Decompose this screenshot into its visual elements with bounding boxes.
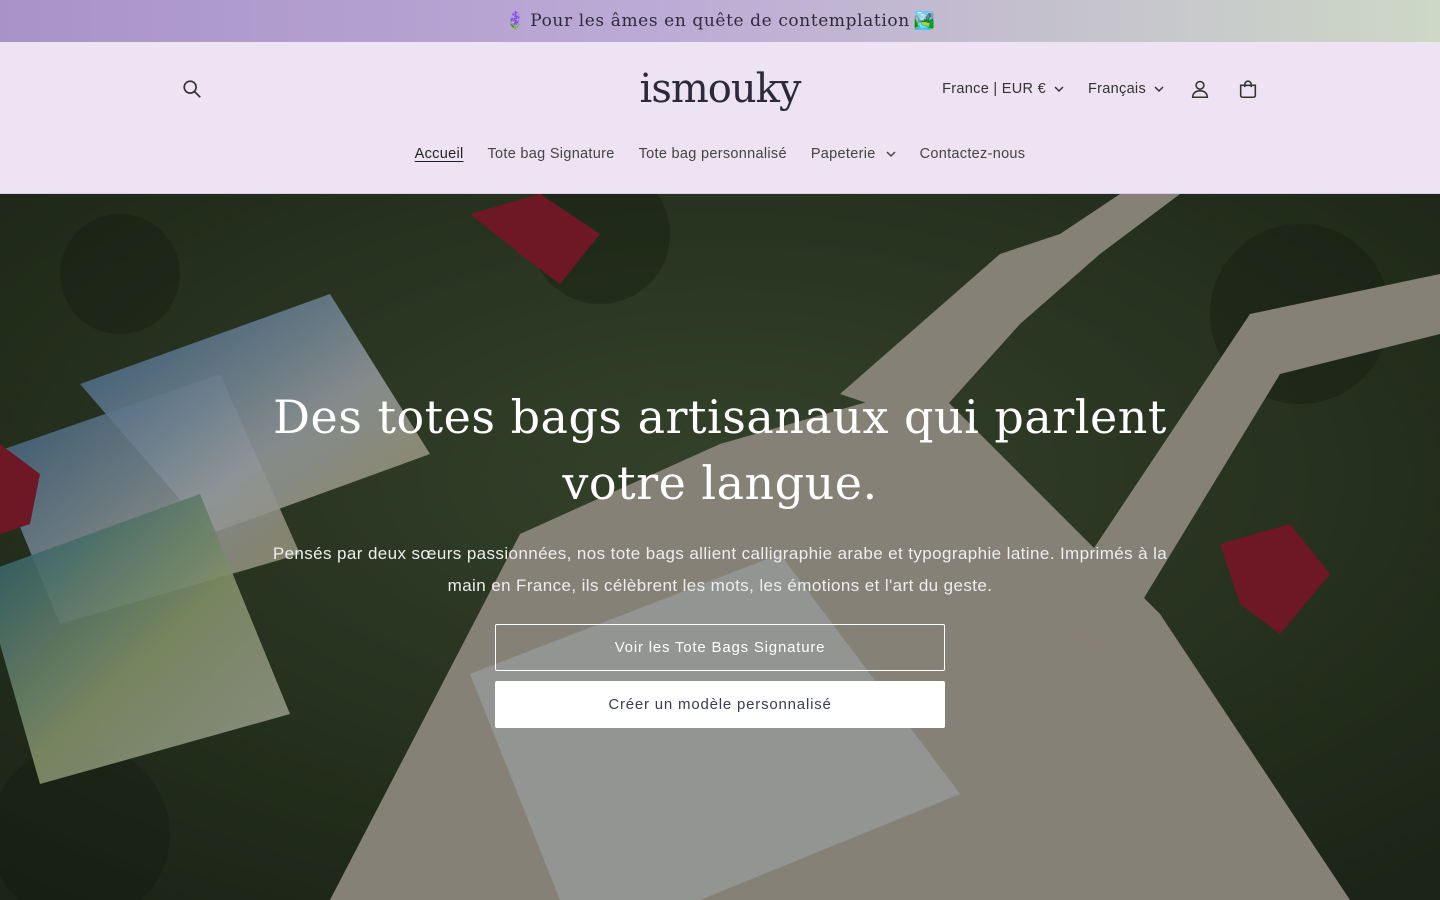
- chevron-down-icon: [886, 150, 896, 157]
- language-label: Français: [1088, 81, 1146, 97]
- currency-label: France | EUR €: [942, 81, 1046, 97]
- hero-content: Des totes bags artisanaux qui parlent vo…: [0, 384, 1440, 728]
- site-logo[interactable]: ismouky: [639, 66, 802, 112]
- nav-item-papeterie[interactable]: Papeterie: [799, 138, 908, 170]
- header-actions: France | EUR € Français: [932, 67, 1270, 111]
- currency-selector[interactable]: France | EUR €: [932, 67, 1074, 111]
- account-icon: [1191, 80, 1209, 99]
- cart-icon: [1239, 80, 1257, 99]
- main-navigation: Accueil Tote bag Signature Tote bag pers…: [0, 138, 1440, 170]
- logo-wordmark: ismouky: [639, 66, 802, 112]
- announcement-text: Pour les âmes en quête de contemplation: [530, 11, 910, 31]
- chevron-down-icon: [1054, 85, 1064, 92]
- nav-item-contactez-nous[interactable]: Contactez-nous: [908, 138, 1038, 170]
- hero-description: Pensés par deux sœurs passionnées, nos t…: [272, 544, 1168, 595]
- landscape-emoji: 🏞️: [913, 11, 936, 31]
- view-signature-tote-bags-button[interactable]: Voir les Tote Bags Signature: [495, 624, 945, 671]
- logo-text: ismouky: [639, 66, 802, 112]
- announcement-bar: 🪻 Pour les âmes en quête de contemplatio…: [0, 0, 1440, 42]
- chevron-down-icon: [1154, 85, 1164, 92]
- nav-item-papeterie-label: Papeterie: [810, 146, 876, 162]
- header-top: ismouky France | EUR € Français: [170, 66, 1270, 112]
- hero-title: Des totes bags artisanaux qui parlent vo…: [273, 390, 1167, 510]
- language-selector[interactable]: Français: [1078, 67, 1174, 111]
- hero-banner: Des totes bags artisanaux qui parlent vo…: [0, 194, 1440, 900]
- cart-button[interactable]: [1226, 67, 1270, 111]
- nav-item-tote-bag-personnalise[interactable]: Tote bag personnalisé: [627, 138, 799, 170]
- nav-item-accueil[interactable]: Accueil: [403, 138, 476, 170]
- account-button[interactable]: [1178, 67, 1222, 111]
- search-button[interactable]: [170, 67, 214, 111]
- create-custom-design-button[interactable]: Créer un modèle personnalisé: [495, 681, 945, 728]
- search-icon: [183, 80, 201, 98]
- site-header: ismouky France | EUR € Français Accueil …: [0, 42, 1440, 194]
- nav-item-tote-bag-signature[interactable]: Tote bag Signature: [475, 138, 626, 170]
- lavender-emoji: 🪻: [504, 11, 527, 31]
